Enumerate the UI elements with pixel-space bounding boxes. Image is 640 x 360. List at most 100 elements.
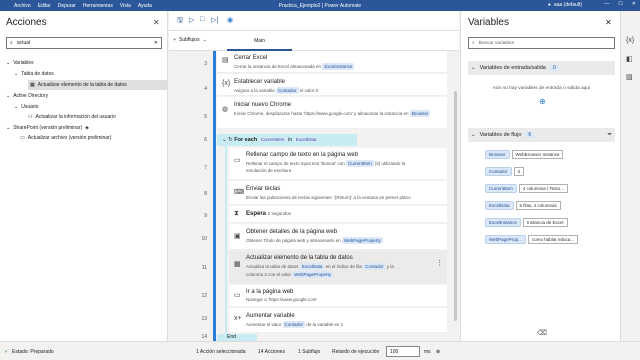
action-row-ir-a-pagina[interactable]: ▭ Ir a la página web Navegar a 'https://…: [229, 285, 447, 307]
flow-variable-row[interactable]: Contador 3: [485, 167, 525, 176]
variable-chip[interactable]: Contador: [282, 321, 306, 328]
action-title: Espera: [246, 211, 267, 217]
variable-chip[interactable]: WebPageProperty: [342, 237, 383, 244]
line-number: 8: [204, 191, 207, 197]
flow-variables-header[interactable]: ⌄ Variables de flujo 6 ⏷: [468, 128, 615, 142]
tab-main[interactable]: Main: [227, 31, 292, 51]
action-row-espera[interactable]: ⧗ Espera 2 segundos: [229, 206, 447, 223]
tree-action-actualizar-archivo[interactable]: ▭ Actualizar archivo (versión preliminar…: [20, 135, 111, 141]
end-block[interactable]: End: [217, 334, 257, 341]
action-title: Iniciar nuevo Chrome: [234, 102, 292, 108]
close-actions-panel-icon[interactable]: ✕: [153, 18, 160, 27]
variable-name[interactable]: Browser: [485, 150, 510, 159]
action-row-actualizar-elemento[interactable]: ▦ Actualizar elemento de la tabla de dat…: [229, 251, 447, 284]
io-empty-text: Aún no hay variables de entrada o salida…: [492, 86, 591, 91]
action-row-obtener-detalles[interactable]: ▣ Obtener detalles de la página web Obte…: [229, 224, 447, 250]
canvas-scrollbar[interactable]: [454, 91, 457, 321]
ui-elements-rail-icon[interactable]: ◧: [626, 55, 633, 63]
close-variables-panel-icon[interactable]: ✕: [605, 18, 612, 27]
tree-label: Actualizar archivo (versión preliminar): [27, 135, 112, 141]
clear-search-icon[interactable]: ✕: [154, 40, 158, 46]
delay-unit: ms: [424, 349, 431, 355]
flow-canvas: 3 ▤ Cerrar Excel Cerrar la instancia de …: [169, 51, 459, 341]
close-window-icon[interactable]: ✕: [632, 1, 636, 7]
recorder-icon[interactable]: ◉: [227, 16, 233, 24]
flow-variable-row[interactable]: ExcelInstance Instancia de Excel: [485, 218, 568, 227]
action-desc: Iniciar Chrome, desplazarse hasta 'https…: [234, 110, 439, 117]
line-number: 11: [201, 265, 207, 271]
filter-icon[interactable]: ⏷: [607, 132, 612, 139]
user-icon: ●: [547, 2, 551, 8]
menu-depurar[interactable]: Depurar: [58, 3, 76, 9]
actions-search-input[interactable]: ⌕ actual ✕: [6, 37, 162, 49]
variables-rail-icon[interactable]: {x}: [626, 37, 634, 44]
subflows-dropdown[interactable]: ⑂ Subflujos ⌄: [173, 37, 207, 43]
tree-action-actualizar-usuario[interactable]: ⚇ Actualizar la información del usuario: [28, 114, 116, 120]
collapse-icon[interactable]: ⌄: [222, 137, 227, 143]
variable-chip[interactable]: Contador: [363, 263, 386, 270]
tree-group-active-directory[interactable]: ⌄ Active Directory: [6, 93, 48, 99]
menu-herramientas[interactable]: Herramientas: [83, 3, 113, 9]
minimize-icon[interactable]: —: [604, 1, 609, 7]
variable-chip[interactable]: ExcelData: [299, 263, 325, 270]
tree-group-variables[interactable]: ⌄ Variables: [6, 60, 34, 66]
line-gutter: [169, 51, 215, 341]
variable-chip[interactable]: Contador: [276, 87, 299, 94]
user-account[interactable]: ● aaa (default): [548, 2, 582, 8]
action-row-cerrar-excel[interactable]: ▤ Cerrar Excel Cerrar la instancia de Ex…: [217, 51, 447, 73]
variable-name[interactable]: CurrentItem: [485, 184, 517, 193]
action-row-iniciar-chrome[interactable]: ◍ Iniciar nuevo Chrome Iniciar Chrome, d…: [217, 97, 447, 129]
menu-archivo[interactable]: Archivo: [14, 3, 31, 9]
tree-label: Usuario: [21, 104, 39, 110]
line-number: 9: [204, 213, 207, 219]
variable-chip[interactable]: CurrentItem: [346, 160, 374, 167]
flow-variable-row[interactable]: ExcelData 5 filas, 4 columnas: [485, 201, 561, 210]
io-variables-header[interactable]: ⌄ Variables de entrada/salida 0: [468, 61, 615, 75]
tree-group-usuario[interactable]: ⌄ Usuario: [14, 104, 38, 110]
variable-name[interactable]: ExcelData: [485, 201, 514, 210]
action-row-enviar-teclas[interactable]: ⌨ Enviar teclas Enviar las pulsaciones d…: [229, 181, 447, 205]
variable-chip[interactable]: CurrentItem: [258, 137, 287, 142]
eraser-icon[interactable]: ⌫: [537, 329, 547, 337]
desc-text: Aumentar el valor: [246, 322, 282, 327]
run-icon[interactable]: ▷: [189, 16, 194, 24]
more-options-icon[interactable]: ⋮: [436, 259, 443, 267]
tree-group-tabla-de-datos[interactable]: ⌄ Tabla de datos: [14, 71, 54, 77]
variable-chip[interactable]: Browser: [409, 110, 431, 117]
flow-variable-row[interactable]: Browser WebBrowser Instance: [485, 150, 564, 159]
flow-variable-row[interactable]: CurrentItem 4 columnas | Texto...: [485, 184, 568, 193]
menu-vista[interactable]: Vista: [120, 3, 131, 9]
foreach-block[interactable]: ⌄ ↻ For each CurrentItem in ExcelData: [217, 134, 357, 146]
keyboard-icon: ⌨: [234, 189, 245, 196]
variables-search-input[interactable]: ⌕ Buscar variables: [468, 37, 615, 49]
variable-chip[interactable]: ExcelInstance: [322, 63, 355, 70]
variable-chip[interactable]: ExcelData: [293, 137, 319, 142]
action-row-aumentar-variable[interactable]: x+ Aumentar variable Aumentar el valor C…: [229, 308, 447, 333]
tree-label: Actualizar la información del usuario: [35, 114, 116, 120]
variable-name[interactable]: WebPageProp...: [485, 235, 526, 244]
title-bar: Archivo Editar Depurar Herramientas Vist…: [0, 0, 640, 11]
variable-chip[interactable]: WebPageProperty: [292, 271, 333, 278]
chevron-down-icon: ⌄: [471, 65, 476, 71]
errors-icon[interactable]: ⊗: [436, 349, 440, 355]
maximize-icon[interactable]: ☐: [618, 1, 622, 7]
variable-name[interactable]: Contador: [485, 167, 512, 176]
action-row-rellenar-campo[interactable]: ▭ Rellenar campo de texto en la página w…: [229, 148, 447, 180]
menu-editar[interactable]: Editar: [38, 3, 51, 9]
flow-variable-row[interactable]: WebPageProp... como hablar educa...: [485, 235, 578, 244]
add-io-variable-icon[interactable]: ⊕: [539, 97, 546, 106]
action-row-establecer-variable[interactable]: {x} Establecer variable Asignar a la var…: [217, 74, 447, 96]
tree-group-sharepoint[interactable]: ⌄ SharePoint (versión preliminar) ◈: [6, 125, 89, 131]
delay-input[interactable]: 100: [386, 346, 420, 357]
status-bar: ✓ Estado: Preparado 1 Acción seleccionad…: [0, 341, 640, 360]
actions-count: 14 Acciones: [258, 349, 285, 355]
menu-ayuda[interactable]: Ayuda: [138, 3, 152, 9]
stop-icon[interactable]: □: [200, 16, 204, 23]
tree-label: Tabla de datos: [21, 71, 54, 77]
tree-action-actualizar-elemento[interactable]: ▦ Actualizar elemento de la tabla de dat…: [28, 80, 167, 90]
variable-name[interactable]: ExcelInstance: [485, 218, 522, 227]
run-next-action-icon[interactable]: ▷|: [211, 16, 218, 24]
save-icon[interactable]: 🖫: [177, 16, 183, 27]
images-rail-icon[interactable]: ▨: [626, 73, 633, 81]
table-icon: ▦: [234, 261, 241, 268]
